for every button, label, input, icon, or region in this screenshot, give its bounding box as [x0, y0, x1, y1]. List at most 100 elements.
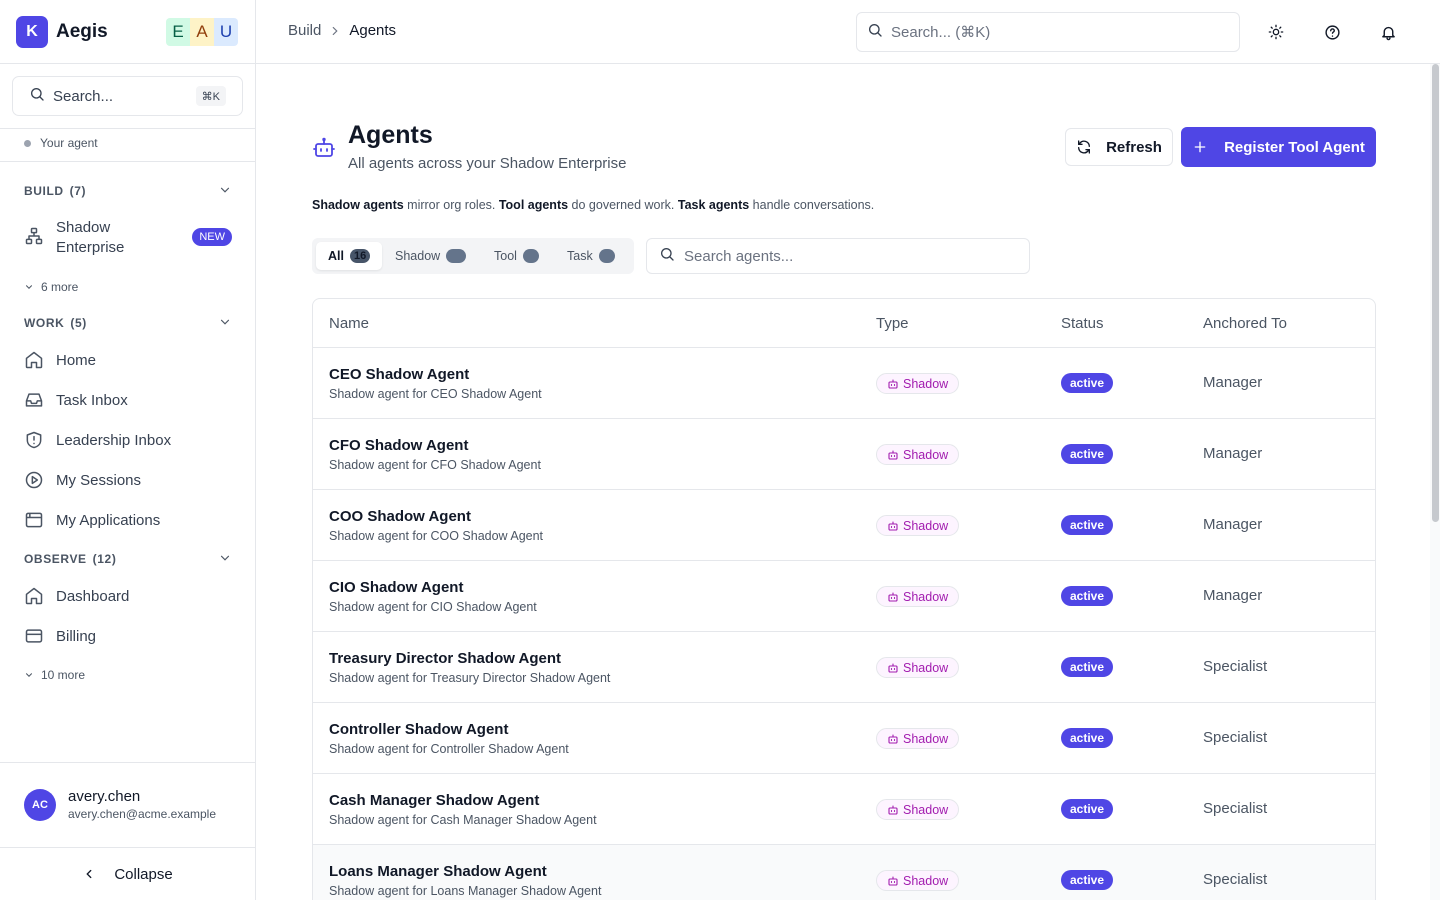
- sidebar: K Aegis E A U Search... ⌘K Your agent BU…: [0, 0, 256, 900]
- table-row[interactable]: CIO Shadow Agent Shadow agent for CIO Sha…: [313, 561, 1375, 632]
- sidebar-item-task-inbox[interactable]: Task Inbox: [24, 390, 128, 410]
- filter-tab-task[interactable]: Task: [567, 242, 615, 270]
- column-header-anchored-to[interactable]: Anchored To: [1203, 315, 1287, 332]
- letter-badge[interactable]: A: [190, 18, 214, 46]
- chevron-right-icon: [333, 26, 338, 35]
- section-work-header[interactable]: WORK (5): [24, 313, 232, 333]
- brand[interactable]: K Aegis: [16, 16, 108, 48]
- your-agent[interactable]: Your agent: [24, 136, 98, 150]
- robot-icon: [888, 591, 898, 602]
- breadcrumb: Build Agents: [288, 22, 396, 39]
- help-button[interactable]: [1320, 20, 1344, 44]
- section-title: BUILD: [24, 184, 64, 198]
- table-row[interactable]: Cash Manager Shadow Agent Shadow agent fo…: [313, 774, 1375, 845]
- status-badge: active: [1061, 870, 1114, 890]
- table-row[interactable]: Treasury Director Shadow Agent Shadow age…: [313, 632, 1375, 703]
- divider: [0, 63, 255, 64]
- filter-tab-tool[interactable]: Tool: [494, 242, 539, 270]
- agent-name[interactable]: CEO Shadow Agent: [329, 366, 469, 383]
- column-header-type[interactable]: Type: [876, 315, 909, 332]
- search-icon: [867, 22, 883, 43]
- robot-icon: [888, 520, 898, 531]
- agent-name[interactable]: CFO Shadow Agent: [329, 437, 468, 454]
- section-title: OBSERVE: [24, 552, 87, 566]
- register-label: Register Tool Agent: [1224, 138, 1365, 156]
- table-row[interactable]: CFO Shadow Agent Shadow agent for CFO Sha…: [313, 419, 1375, 490]
- table-row[interactable]: COO Shadow Agent Shadow agent for COO Sha…: [313, 490, 1375, 561]
- type-badge: Shadow: [876, 586, 960, 607]
- search-icon: [29, 86, 45, 107]
- robot-icon: [888, 449, 898, 460]
- filter-tab-shadow[interactable]: Shadow: [395, 242, 467, 270]
- agent-name[interactable]: COO Shadow Agent: [329, 508, 471, 525]
- agent-name[interactable]: CIO Shadow Agent: [329, 579, 463, 596]
- chevron-down-icon: [218, 183, 232, 200]
- collapse-button[interactable]: Collapse: [0, 848, 255, 900]
- theme-toggle-button[interactable]: [1264, 20, 1288, 44]
- anchored-to: Specialist: [1203, 729, 1268, 746]
- status-badge: active: [1061, 373, 1114, 393]
- agent-name[interactable]: Controller Shadow Agent: [329, 721, 508, 738]
- status-badge: active: [1061, 657, 1114, 677]
- agent-search-input[interactable]: Search agents...: [646, 238, 1030, 274]
- show-more-build[interactable]: 6 more: [24, 280, 78, 294]
- table-row[interactable]: Loans Manager Shadow Agent Shadow agent f…: [313, 845, 1375, 900]
- letter-badge[interactable]: U: [214, 18, 238, 46]
- sidebar-item-billing[interactable]: Billing: [24, 626, 96, 646]
- section-build-header[interactable]: BUILD (7): [24, 181, 232, 201]
- agent-name[interactable]: Cash Manager Shadow Agent: [329, 792, 539, 809]
- sidebar-search[interactable]: Search... ⌘K: [12, 76, 243, 116]
- brand-name: Aegis: [56, 21, 108, 42]
- sidebar-item-dashboard[interactable]: Dashboard: [24, 586, 129, 606]
- filter-tab-all[interactable]: All 16: [316, 242, 383, 270]
- show-more-observe[interactable]: 10 more: [24, 668, 85, 682]
- sidebar-item-label: Dashboard: [56, 587, 130, 605]
- sidebar-item-my-applications[interactable]: My Applications: [24, 510, 160, 530]
- anchored-to: Specialist: [1203, 871, 1268, 888]
- agent-name[interactable]: Loans Manager Shadow Agent: [329, 863, 547, 880]
- type-label: Shadow: [903, 589, 949, 604]
- column-header-status[interactable]: Status: [1061, 315, 1104, 332]
- column-header-name[interactable]: Name: [329, 315, 369, 332]
- chevron-down-icon: [218, 315, 232, 332]
- section-title: WORK: [24, 316, 65, 330]
- section-observe-header[interactable]: OBSERVE (12): [24, 549, 232, 569]
- type-label: Shadow: [903, 731, 949, 746]
- divider: [0, 762, 255, 763]
- new-badge: NEW: [192, 228, 232, 246]
- agent-description: Shadow agent for Cash Manager Shadow Age…: [329, 813, 597, 827]
- divider: [0, 128, 255, 129]
- anchored-to: Manager: [1203, 516, 1263, 533]
- table-row[interactable]: Controller Shadow Agent Shadow agent for …: [313, 703, 1375, 774]
- sidebar-item-shadow-enterprise[interactable]: Shadow Enterprise NEW: [24, 218, 232, 258]
- robot-icon: [888, 733, 898, 744]
- type-filter-tabs: All 16 Shadow Tool Task: [312, 238, 634, 274]
- sidebar-item-label: My Applications: [56, 511, 161, 529]
- sidebar-item-home[interactable]: Home: [24, 350, 96, 370]
- workspace-letter-badges[interactable]: E A U: [166, 18, 238, 46]
- page-title: Agents: [348, 121, 433, 149]
- agents-table: Name Type Status Anchored To CEO Shadow …: [312, 298, 1376, 900]
- user-profile[interactable]: AC avery.chen avery.chen@acme.example: [24, 788, 216, 821]
- chevron-down-icon: [25, 285, 33, 289]
- type-label: Shadow: [903, 447, 949, 462]
- filter-label: Shadow: [395, 249, 441, 263]
- status-badge: active: [1061, 586, 1114, 606]
- notifications-button[interactable]: [1376, 20, 1400, 44]
- letter-badge[interactable]: E: [166, 18, 190, 46]
- org-chart-icon: [24, 226, 44, 251]
- shortcut-hint: ⌘K: [195, 86, 226, 106]
- refresh-icon: [1078, 140, 1091, 154]
- agent-name[interactable]: Treasury Director Shadow Agent: [329, 650, 561, 667]
- scrollbar-thumb[interactable]: [1432, 64, 1439, 522]
- sidebar-item-my-sessions[interactable]: My Sessions: [24, 470, 141, 490]
- sidebar-item-leadership-inbox[interactable]: Leadership Inbox: [24, 430, 171, 450]
- breadcrumb-build[interactable]: Build: [288, 22, 321, 39]
- global-search[interactable]: Search... (⌘K): [856, 12, 1240, 52]
- register-tool-agent-button[interactable]: Register Tool Agent: [1181, 127, 1376, 167]
- anchored-to: Manager: [1203, 374, 1263, 391]
- robot-icon: [312, 136, 336, 160]
- topbar: Build Agents Search... (⌘K): [256, 0, 1440, 64]
- refresh-button[interactable]: Refresh: [1065, 128, 1173, 166]
- table-row[interactable]: CEO Shadow Agent Shadow agent for CEO Sha…: [313, 348, 1375, 419]
